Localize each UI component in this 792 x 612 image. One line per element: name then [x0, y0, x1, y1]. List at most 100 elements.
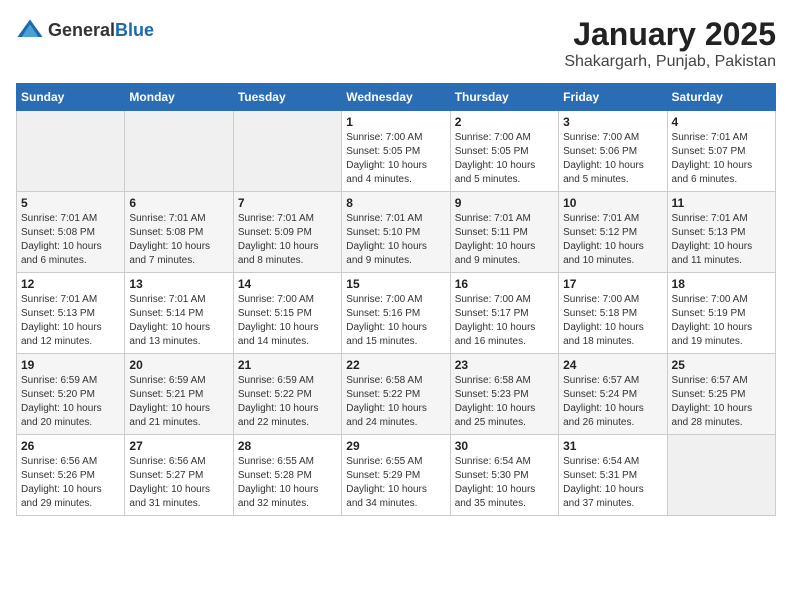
calendar-cell: 19 Sunrise: 6:59 AM Sunset: 5:20 PM Dayli…: [17, 354, 125, 435]
day-number: 5: [21, 196, 120, 210]
day-info: Sunrise: 6:56 AM Sunset: 5:26 PM Dayligh…: [21, 455, 120, 511]
day-info: Sunrise: 6:57 AM Sunset: 5:24 PM Dayligh…: [563, 374, 662, 430]
col-header-monday: Monday: [125, 84, 233, 111]
day-number: 20: [129, 358, 228, 372]
day-info: Sunrise: 7:01 AM Sunset: 5:11 PM Dayligh…: [455, 212, 554, 268]
calendar-week-row: 1 Sunrise: 7:00 AM Sunset: 5:05 PM Daylig…: [17, 111, 776, 192]
calendar-cell: 6 Sunrise: 7:01 AM Sunset: 5:08 PM Daylig…: [125, 192, 233, 273]
calendar-cell: 5 Sunrise: 7:01 AM Sunset: 5:08 PM Daylig…: [17, 192, 125, 273]
day-info: Sunrise: 6:57 AM Sunset: 5:25 PM Dayligh…: [672, 374, 771, 430]
day-number: 14: [238, 277, 337, 291]
calendar-cell: 22 Sunrise: 6:58 AM Sunset: 5:22 PM Dayli…: [342, 354, 450, 435]
day-info: Sunrise: 6:54 AM Sunset: 5:30 PM Dayligh…: [455, 455, 554, 511]
day-info: Sunrise: 6:59 AM Sunset: 5:21 PM Dayligh…: [129, 374, 228, 430]
day-info: Sunrise: 7:01 AM Sunset: 5:08 PM Dayligh…: [21, 212, 120, 268]
day-number: 25: [672, 358, 771, 372]
day-number: 30: [455, 439, 554, 453]
day-info: Sunrise: 7:01 AM Sunset: 5:12 PM Dayligh…: [563, 212, 662, 268]
calendar-cell: 14 Sunrise: 7:00 AM Sunset: 5:15 PM Dayli…: [233, 273, 341, 354]
calendar-cell: 27 Sunrise: 6:56 AM Sunset: 5:27 PM Dayli…: [125, 435, 233, 516]
logo-text-general: General: [48, 20, 115, 40]
calendar-cell: 8 Sunrise: 7:01 AM Sunset: 5:10 PM Daylig…: [342, 192, 450, 273]
day-info: Sunrise: 7:00 AM Sunset: 5:15 PM Dayligh…: [238, 293, 337, 349]
day-info: Sunrise: 6:55 AM Sunset: 5:29 PM Dayligh…: [346, 455, 445, 511]
day-info: Sunrise: 7:01 AM Sunset: 5:08 PM Dayligh…: [129, 212, 228, 268]
day-number: 21: [238, 358, 337, 372]
calendar-cell: 29 Sunrise: 6:55 AM Sunset: 5:29 PM Dayli…: [342, 435, 450, 516]
calendar-cell: 23 Sunrise: 6:58 AM Sunset: 5:23 PM Dayli…: [450, 354, 558, 435]
day-number: 27: [129, 439, 228, 453]
calendar-cell: 15 Sunrise: 7:00 AM Sunset: 5:16 PM Dayli…: [342, 273, 450, 354]
day-number: 8: [346, 196, 445, 210]
day-number: 17: [563, 277, 662, 291]
day-number: 16: [455, 277, 554, 291]
calendar-cell: 9 Sunrise: 7:01 AM Sunset: 5:11 PM Daylig…: [450, 192, 558, 273]
day-number: 26: [21, 439, 120, 453]
day-number: 7: [238, 196, 337, 210]
calendar-cell: 1 Sunrise: 7:00 AM Sunset: 5:05 PM Daylig…: [342, 111, 450, 192]
day-info: Sunrise: 7:00 AM Sunset: 5:16 PM Dayligh…: [346, 293, 445, 349]
calendar-cell: 31Sunrise: 6:54 AM Sunset: 5:31 PM Dayli…: [559, 435, 667, 516]
calendar-table: SundayMondayTuesdayWednesdayThursdayFrid…: [16, 83, 776, 516]
calendar-cell: 30 Sunrise: 6:54 AM Sunset: 5:30 PM Dayli…: [450, 435, 558, 516]
col-header-thursday: Thursday: [450, 84, 558, 111]
calendar-cell: 13 Sunrise: 7:01 AM Sunset: 5:14 PM Dayli…: [125, 273, 233, 354]
day-number: 1: [346, 115, 445, 129]
logo-icon: [16, 16, 44, 44]
col-header-tuesday: Tuesday: [233, 84, 341, 111]
day-info: Sunrise: 7:01 AM Sunset: 5:10 PM Dayligh…: [346, 212, 445, 268]
day-number: 6: [129, 196, 228, 210]
logo-text-blue: Blue: [115, 20, 154, 40]
calendar-cell: 18Sunrise: 7:00 AM Sunset: 5:19 PM Dayli…: [667, 273, 775, 354]
day-number: 24: [563, 358, 662, 372]
calendar-cell: [667, 435, 775, 516]
calendar-cell: [17, 111, 125, 192]
day-info: Sunrise: 6:59 AM Sunset: 5:20 PM Dayligh…: [21, 374, 120, 430]
calendar-week-row: 5 Sunrise: 7:01 AM Sunset: 5:08 PM Daylig…: [17, 192, 776, 273]
day-info: Sunrise: 7:01 AM Sunset: 5:14 PM Dayligh…: [129, 293, 228, 349]
day-number: 9: [455, 196, 554, 210]
day-number: 15: [346, 277, 445, 291]
calendar-cell: 28 Sunrise: 6:55 AM Sunset: 5:28 PM Dayli…: [233, 435, 341, 516]
calendar-cell: [233, 111, 341, 192]
day-info: Sunrise: 6:58 AM Sunset: 5:22 PM Dayligh…: [346, 374, 445, 430]
col-header-friday: Friday: [559, 84, 667, 111]
day-info: Sunrise: 6:59 AM Sunset: 5:22 PM Dayligh…: [238, 374, 337, 430]
calendar-cell: 4Sunrise: 7:01 AM Sunset: 5:07 PM Daylig…: [667, 111, 775, 192]
day-info: Sunrise: 7:01 AM Sunset: 5:09 PM Dayligh…: [238, 212, 337, 268]
day-info: Sunrise: 6:58 AM Sunset: 5:23 PM Dayligh…: [455, 374, 554, 430]
day-info: Sunrise: 7:00 AM Sunset: 5:06 PM Dayligh…: [563, 131, 662, 187]
logo: GeneralBlue: [16, 16, 154, 44]
day-number: 23: [455, 358, 554, 372]
calendar-cell: 20 Sunrise: 6:59 AM Sunset: 5:21 PM Dayli…: [125, 354, 233, 435]
calendar-cell: 24 Sunrise: 6:57 AM Sunset: 5:24 PM Dayli…: [559, 354, 667, 435]
calendar-cell: 3 Sunrise: 7:00 AM Sunset: 5:06 PM Daylig…: [559, 111, 667, 192]
calendar-cell: [125, 111, 233, 192]
day-info: Sunrise: 7:00 AM Sunset: 5:05 PM Dayligh…: [346, 131, 445, 187]
day-info: Sunrise: 6:55 AM Sunset: 5:28 PM Dayligh…: [238, 455, 337, 511]
day-number: 29: [346, 439, 445, 453]
day-number: 13: [129, 277, 228, 291]
calendar-cell: 17 Sunrise: 7:00 AM Sunset: 5:18 PM Dayli…: [559, 273, 667, 354]
col-header-sunday: Sunday: [17, 84, 125, 111]
month-year-title: January 2025: [564, 16, 776, 53]
day-number: 3: [563, 115, 662, 129]
calendar-week-row: 19 Sunrise: 6:59 AM Sunset: 5:20 PM Dayli…: [17, 354, 776, 435]
calendar-cell: 2Sunrise: 7:00 AM Sunset: 5:05 PM Daylig…: [450, 111, 558, 192]
day-number: 4: [672, 115, 771, 129]
col-header-saturday: Saturday: [667, 84, 775, 111]
day-number: 10: [563, 196, 662, 210]
day-info: Sunrise: 7:00 AM Sunset: 5:18 PM Dayligh…: [563, 293, 662, 349]
title-block: January 2025 Shakargarh, Punjab, Pakista…: [564, 16, 776, 71]
location-subtitle: Shakargarh, Punjab, Pakistan: [564, 53, 776, 71]
day-number: 19: [21, 358, 120, 372]
day-info: Sunrise: 7:00 AM Sunset: 5:19 PM Dayligh…: [672, 293, 771, 349]
calendar-cell: 21 Sunrise: 6:59 AM Sunset: 5:22 PM Dayli…: [233, 354, 341, 435]
day-number: 22: [346, 358, 445, 372]
calendar-cell: 26 Sunrise: 6:56 AM Sunset: 5:26 PM Dayli…: [17, 435, 125, 516]
calendar-week-row: 12Sunrise: 7:01 AM Sunset: 5:13 PM Dayli…: [17, 273, 776, 354]
calendar-week-row: 26 Sunrise: 6:56 AM Sunset: 5:26 PM Dayli…: [17, 435, 776, 516]
day-number: 28: [238, 439, 337, 453]
calendar-cell: 12Sunrise: 7:01 AM Sunset: 5:13 PM Dayli…: [17, 273, 125, 354]
day-info: Sunrise: 6:56 AM Sunset: 5:27 PM Dayligh…: [129, 455, 228, 511]
